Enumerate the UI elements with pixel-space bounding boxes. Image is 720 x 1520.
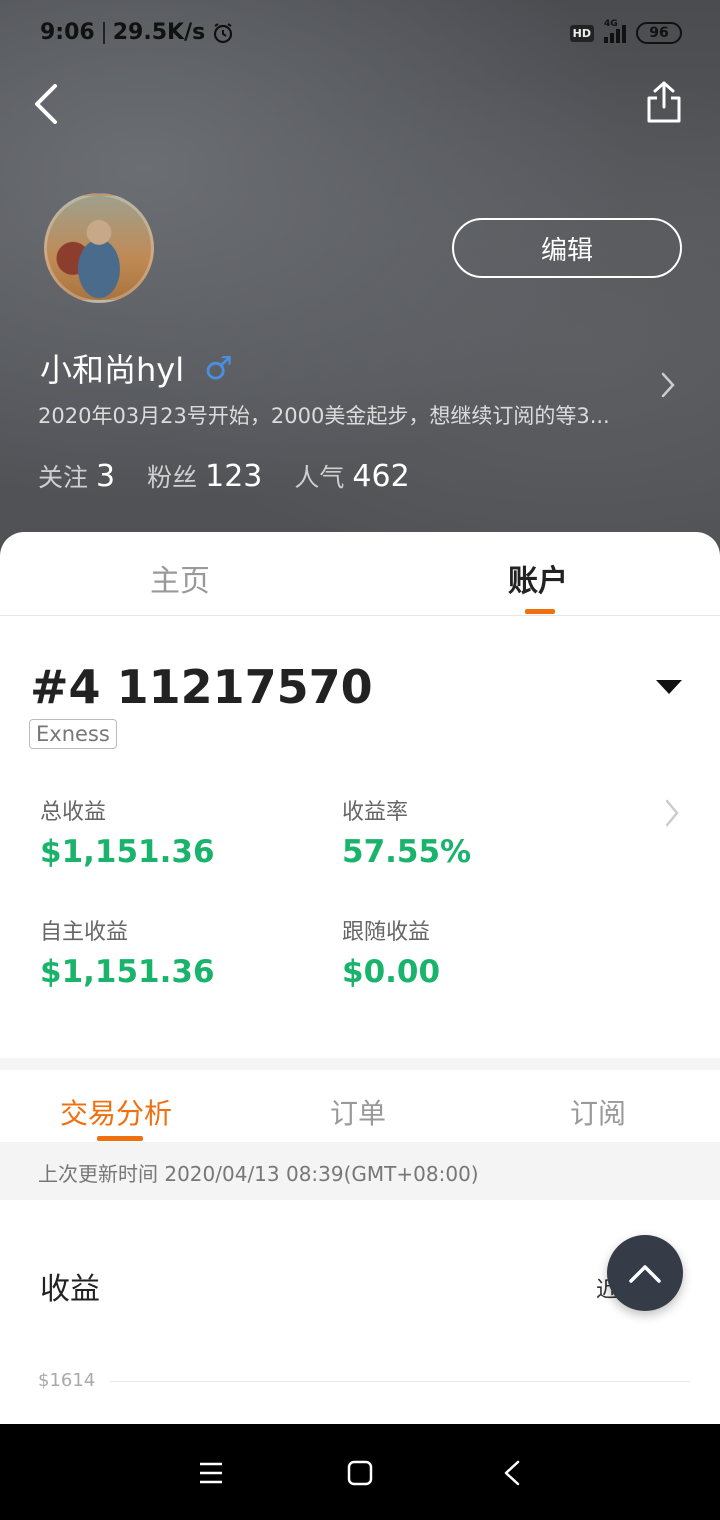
status-bar: 9:06 29.5K/s HD 4G 96 <box>0 0 720 70</box>
metric-label: 跟随收益 <box>342 920 431 945</box>
chevron-right-icon[interactable] <box>662 797 682 829</box>
profile-name-row[interactable]: 小和尚hyl ♂ <box>40 345 233 391</box>
sub-tab-bar: 交易分析 订单 订阅 <box>0 1070 720 1142</box>
metric-label: 总收益 <box>40 800 107 825</box>
metric-value: 57.55% <box>342 834 472 870</box>
male-gender-icon: ♂ <box>204 349 233 387</box>
stat-value: 123 <box>205 459 263 494</box>
following-stat[interactable]: 关注 3 <box>38 458 115 494</box>
metric-value: $0.00 <box>342 954 441 990</box>
metric-label: 收益率 <box>342 800 409 825</box>
tab-home[interactable]: 主页 <box>150 556 210 600</box>
status-separator <box>102 21 105 44</box>
chart-axis-label: $1614 <box>38 1370 96 1391</box>
home-square-icon[interactable] <box>345 1458 375 1488</box>
metric-value: $1,151.36 <box>40 954 215 990</box>
tab-subscriptions[interactable]: 订阅 <box>570 1092 626 1132</box>
tab-trade-analysis[interactable]: 交易分析 <box>60 1092 172 1132</box>
menu-icon[interactable] <box>196 1458 226 1488</box>
sub-tab-indicator <box>97 1136 143 1141</box>
metric-label: 自主收益 <box>40 920 129 945</box>
follow-profit-metric[interactable]: 跟随收益 $0.00 <box>342 914 440 990</box>
stat-label: 粉丝 <box>147 463 198 492</box>
last-update-time: 上次更新时间 2020/04/13 08:39(GMT+08:00) <box>0 1142 720 1200</box>
broker-badge: Exness <box>29 719 117 749</box>
profile-bio[interactable]: 2020年03月23号开始，2000美金起步，想继续订阅的等3... <box>38 400 638 430</box>
scroll-to-top-button[interactable] <box>607 1235 683 1311</box>
followers-stat[interactable]: 粉丝 123 <box>147 458 262 494</box>
network-type-label: 4G <box>604 19 618 29</box>
chart-gridline <box>110 1381 690 1382</box>
edit-profile-button[interactable]: 编辑 <box>452 218 682 278</box>
back-triangle-icon[interactable] <box>498 1458 528 1488</box>
stat-value: 3 <box>96 459 116 494</box>
total-profit-metric[interactable]: 总收益 $1,151.36 <box>40 794 215 870</box>
battery-level: 96 <box>649 25 669 41</box>
top-tab-bar: 主页 账户 <box>0 532 720 616</box>
system-navigation-bar <box>0 1424 720 1520</box>
chevron-up-icon <box>629 1265 661 1283</box>
section-divider <box>0 1058 720 1070</box>
metric-value: $1,151.36 <box>40 834 215 870</box>
stat-label: 关注 <box>38 463 89 492</box>
back-button[interactable] <box>26 82 66 126</box>
share-button[interactable] <box>646 80 686 126</box>
tab-indicator <box>525 609 555 614</box>
self-profit-metric[interactable]: 自主收益 $1,151.36 <box>40 914 215 990</box>
popularity-stat: 人气 462 <box>294 458 409 494</box>
profile-stats: 关注 3 粉丝 123 人气 462 <box>38 458 410 494</box>
status-network-speed: 29.5K/s <box>112 20 206 45</box>
chevron-right-icon[interactable] <box>658 370 678 400</box>
account-dropdown-icon[interactable] <box>656 680 682 694</box>
alarm-icon <box>214 22 233 43</box>
account-number: #4 11217570 <box>30 660 373 714</box>
battery-icon: 96 <box>636 22 682 44</box>
earnings-title: 收益 <box>40 1272 100 1307</box>
username: 小和尚hyl <box>40 351 185 389</box>
return-rate-metric[interactable]: 收益率 57.55% <box>342 794 471 870</box>
stat-label: 人气 <box>294 463 345 492</box>
signal-icon: 4G <box>604 19 626 43</box>
share-icon <box>647 81 681 123</box>
tab-account[interactable]: 账户 <box>508 556 568 600</box>
tab-orders[interactable]: 订单 <box>330 1092 386 1132</box>
hd-badge: HD <box>569 24 594 42</box>
avatar[interactable] <box>44 193 154 303</box>
stat-value: 462 <box>352 459 410 494</box>
status-time: 9:06 <box>40 20 95 45</box>
chevron-left-icon <box>35 84 57 124</box>
